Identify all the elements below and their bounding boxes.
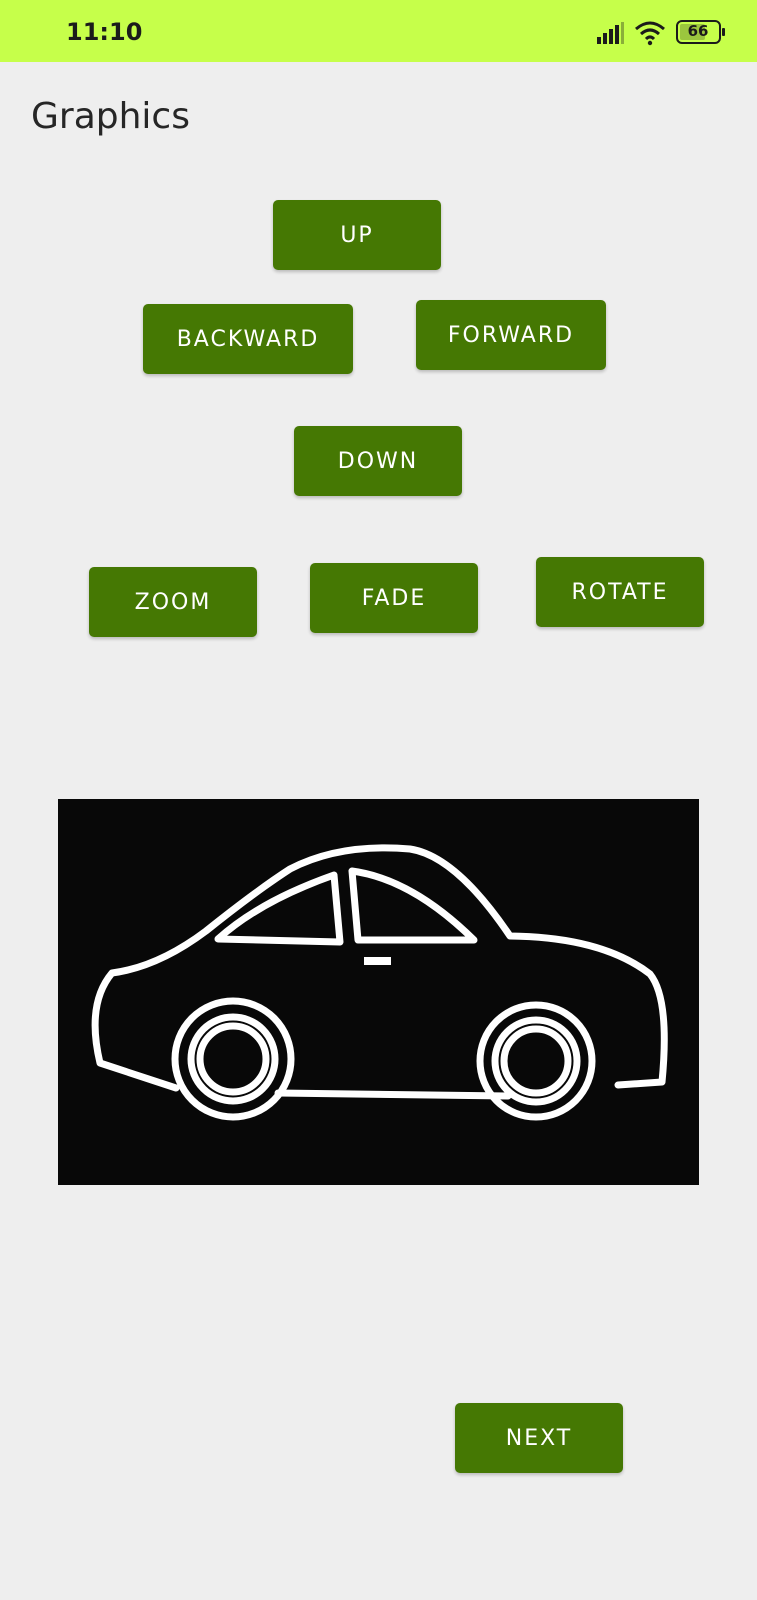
car-image — [58, 799, 699, 1185]
down-button[interactable]: DOWN — [294, 426, 462, 496]
car-outline-icon — [91, 844, 668, 1121]
zoom-button[interactable]: ZOOM — [89, 567, 257, 637]
status-bar: 11:10 66 — [0, 0, 757, 62]
rotate-button[interactable]: ROTATE — [536, 557, 704, 627]
up-button[interactable]: UP — [273, 200, 441, 270]
page-title: Graphics — [31, 96, 190, 137]
wifi-icon — [635, 21, 665, 46]
fade-button[interactable]: FADE — [310, 563, 478, 633]
status-time: 11:10 — [66, 18, 143, 46]
next-button[interactable]: NEXT — [455, 1403, 623, 1473]
battery-level-text: 66 — [687, 22, 709, 40]
signal-icon — [597, 22, 624, 44]
forward-button[interactable]: FORWARD — [416, 300, 606, 370]
app-screen: 11:10 66 Graphics UP BACKWARD FORWARD DO… — [0, 0, 757, 1600]
backward-button[interactable]: BACKWARD — [143, 304, 353, 374]
